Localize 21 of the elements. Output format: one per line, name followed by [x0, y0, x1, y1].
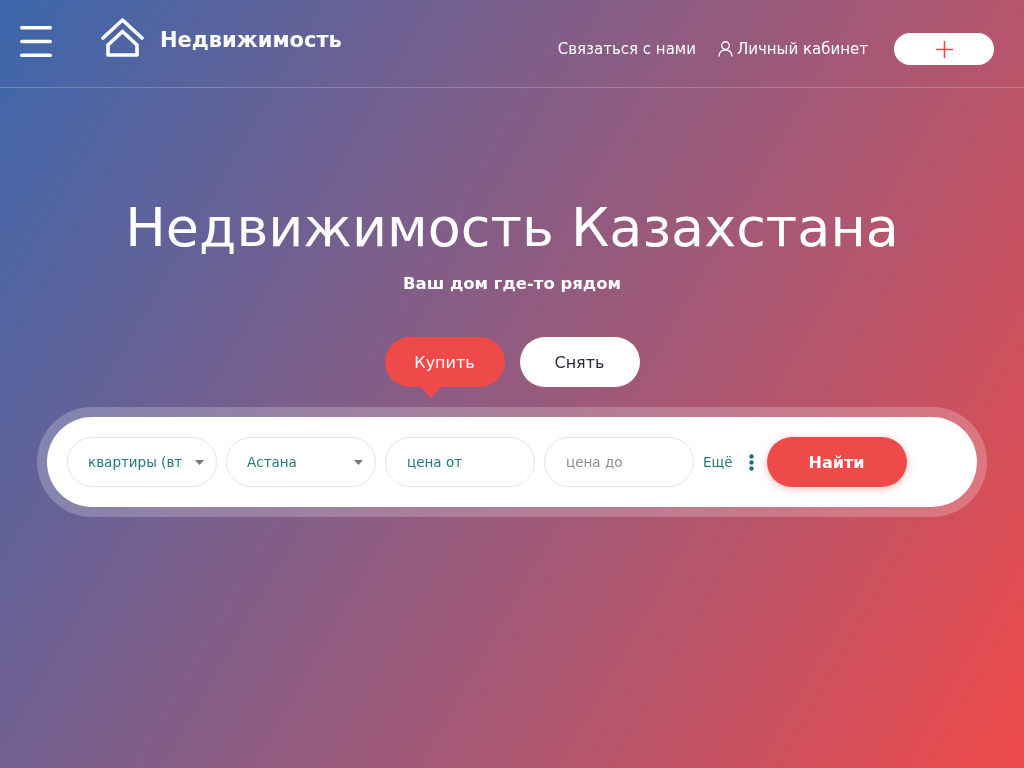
hero-title: Недвижимость Казахстана — [125, 195, 899, 261]
select-field[interactable]: квартиры (вт — [67, 437, 217, 487]
input-field[interactable]: цена до — [544, 437, 694, 487]
account-link[interactable]: Личный кабинет — [717, 33, 868, 65]
plus-icon — [935, 40, 953, 58]
select-field[interactable]: Астана — [226, 437, 376, 487]
contact-link[interactable]: Связаться с нами — [557, 33, 696, 65]
tab[interactable]: Снять — [519, 337, 640, 387]
caret-icon — [195, 459, 204, 465]
user-icon — [717, 41, 733, 57]
more-button[interactable]: Ещё — [703, 453, 754, 471]
house-icon — [101, 18, 144, 57]
menu-icon[interactable] — [20, 25, 52, 57]
input-field[interactable]: цена от — [385, 437, 535, 487]
dots-icon — [748, 453, 754, 471]
hero-subtitle: Ваш дом где-то рядом — [402, 273, 622, 295]
caret-icon — [354, 459, 363, 465]
brand-name: Недвижимость — [160, 27, 342, 52]
search-button[interactable]: Найти — [766, 437, 907, 487]
add-button[interactable] — [894, 33, 994, 65]
pointer-icon — [418, 385, 443, 398]
